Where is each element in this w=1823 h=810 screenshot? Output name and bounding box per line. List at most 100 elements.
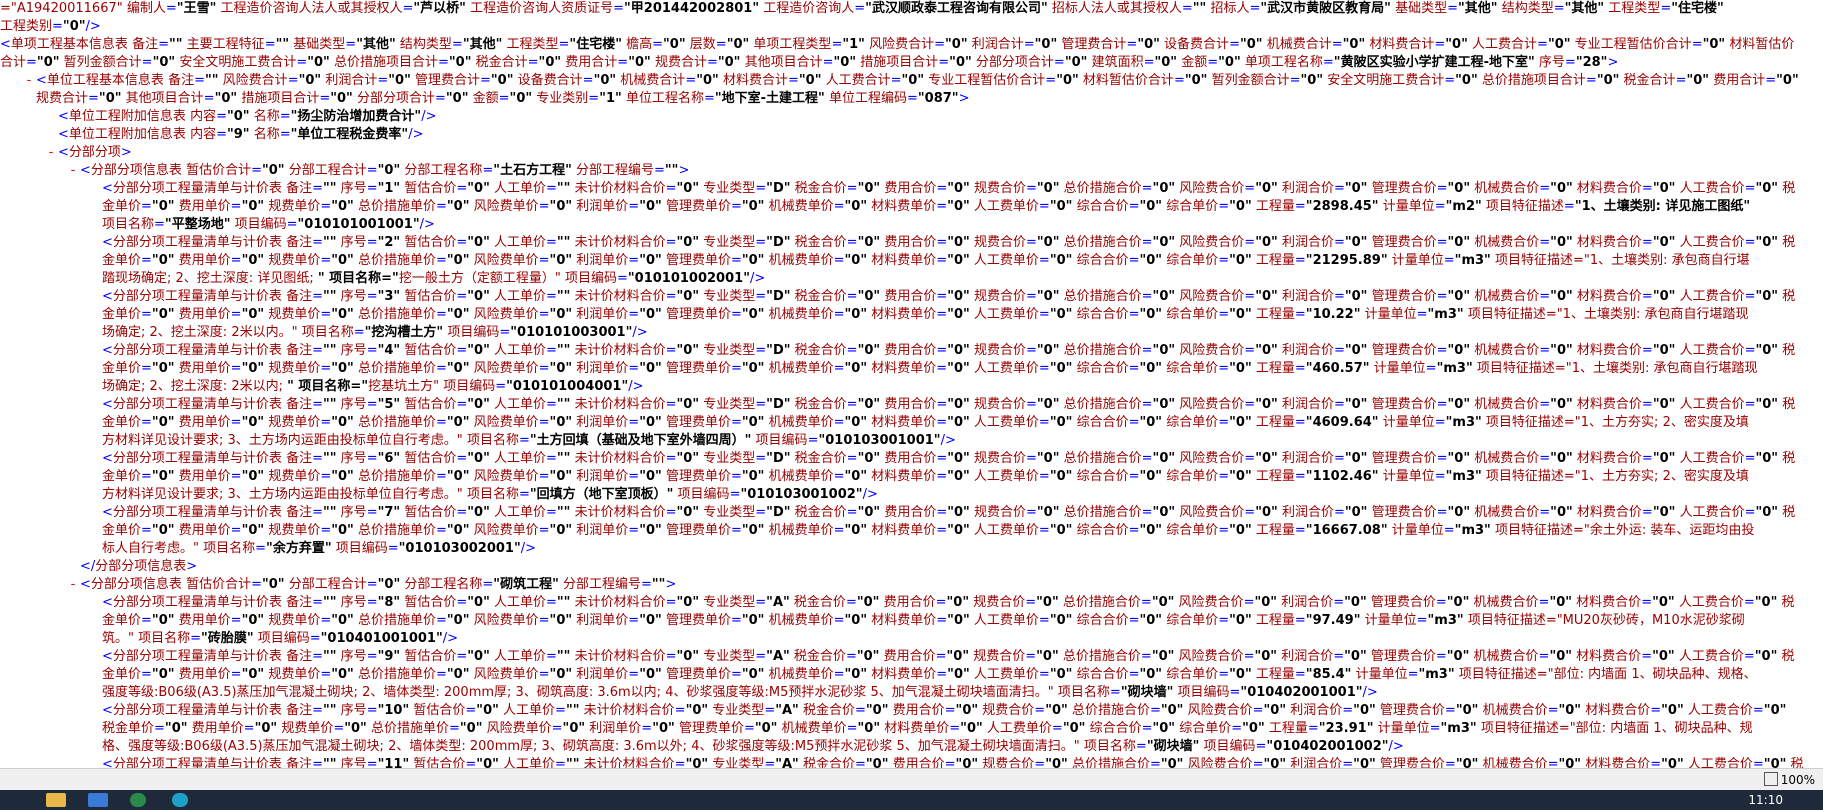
xml-line: 强度等级:B06级(A3.5)蒸压加气混凝土砌块; 2、墙体类型: 200mm厚… — [0, 684, 1823, 702]
collapse-toggle[interactable]: - — [44, 144, 58, 162]
calculator-icon[interactable] — [88, 793, 108, 807]
xml-line: ="A19420011667" 编制人="王雪" 工程造价咨询人法人或其授权人=… — [0, 0, 1823, 18]
xml-line-text: 项目名称="平整场地" 项目编码="010101001001"/> — [102, 217, 435, 232]
xml-line: 场确定; 2、挖土深度: 2米以内。" 项目名称="挖沟槽土方" 项目编码="0… — [0, 324, 1823, 342]
xml-line-text: 标人自行考虑。" 项目名称="余方弃置" 项目编码="010103002001"… — [102, 541, 537, 556]
xml-line: 金单价="0" 费用单价="0" 规费单价="0" 总价措施单价="0" 风险费… — [0, 666, 1823, 684]
xml-line-text: <分部分项工程量清单与计价表 备注="" 序号="8" 暂估合价="0" 人工单… — [102, 595, 1795, 610]
xml-line-text: 金单价="0" 费用单价="0" 规费单价="0" 总价措施单价="0" 风险费… — [102, 469, 1749, 484]
xml-line-text: <分部分项工程量清单与计价表 备注="" 序号="9" 暂估合价="0" 人工单… — [102, 649, 1795, 664]
xml-line-text: <分部分项信息表 暂估价合计="0" 分部工程合计="0" 分部工程名称="土石… — [80, 163, 690, 178]
xml-line: 方材料详见设计要求; 3、土方场内运距由投标单位自行考虑。" 项目名称="回填方… — [0, 486, 1823, 504]
xml-line: <单位工程附加信息表 内容="9" 名称="单位工程税金费率"/> — [0, 126, 1823, 144]
xml-line: <分部分项工程量清单与计价表 备注="" 序号="3" 暂估合价="0" 人工单… — [0, 288, 1823, 306]
xml-line-text: 场确定; 2、挖土深度: 2米以内; " 项目名称="挖基坑土方" 项目编码="… — [102, 379, 644, 394]
xml-line-text: 强度等级:B06级(A3.5)蒸压加气混凝土砌块; 2、墙体类型: 200mm厚… — [102, 685, 1378, 700]
xml-line: - <分部分项信息表 暂估价合计="0" 分部工程合计="0" 分部工程名称="土… — [0, 162, 1823, 180]
xml-line: <单位工程附加信息表 内容="0" 名称="扬尘防治增加费合计"/> — [0, 108, 1823, 126]
xml-line: 金单价="0" 费用单价="0" 规费单价="0" 总价措施单价="0" 风险费… — [0, 468, 1823, 486]
collapse-toggle[interactable]: - — [66, 162, 80, 180]
xml-line: 工程类别="0"/> — [0, 18, 1823, 36]
xml-line-text: <单位工程基本信息表 备注="" 风险费合计="0" 利润合计="0" 管理费合… — [36, 73, 1799, 88]
xml-line: 筑。" 项目名称="砖胎膜" 项目编码="010401001001"/> — [0, 630, 1823, 648]
xml-line-text: 踏现场确定; 2、挖土深度: 详见图纸; " 项目名称="挖一般土方（定额工程量… — [102, 271, 766, 286]
xml-line: <分部分项工程量清单与计价表 备注="" 序号="7" 暂估合价="0" 人工单… — [0, 504, 1823, 522]
xml-line-text: 金单价="0" 费用单价="0" 规费单价="0" 总价措施单价="0" 风险费… — [102, 415, 1749, 430]
file-explorer-icon[interactable] — [46, 793, 66, 807]
xml-line: 格、强度等级:B06级(A3.5)蒸压加气混凝土砌块; 2、墙体类型: 200m… — [0, 738, 1823, 756]
xml-line: <分部分项工程量清单与计价表 备注="" 序号="10" 暂估合价="0" 人工… — [0, 702, 1823, 720]
xml-line-text: <分部分项工程量清单与计价表 备注="" 序号="7" 暂估合价="0" 人工单… — [102, 505, 1796, 520]
xml-line: <分部分项工程量清单与计价表 备注="" 序号="9" 暂估合价="0" 人工单… — [0, 648, 1823, 666]
zoom-icon — [1763, 772, 1778, 786]
taskbar-clock: 11:10 — [1748, 793, 1783, 807]
xml-line-text: 工程类别="0"/> — [0, 19, 101, 34]
xml-line-text: <分部分项工程量清单与计价表 备注="" 序号="4" 暂估合价="0" 人工单… — [102, 343, 1796, 358]
xml-line-text: 金单价="0" 费用单价="0" 规费单价="0" 总价措施单价="0" 风险费… — [102, 307, 1749, 322]
collapse-toggle[interactable]: - — [66, 576, 80, 594]
xml-line-text: 合计="0" 暂列金额合计="0" 安全文明施工费合计="0" 总价措施项目合计… — [0, 55, 1619, 70]
xml-line-text: ="A19420011667" 编制人="王雪" 工程造价咨询人法人或其授权人=… — [0, 1, 1724, 16]
xml-line: 金单价="0" 费用单价="0" 规费单价="0" 总价措施单价="0" 风险费… — [0, 522, 1823, 540]
xml-line: <分部分项工程量清单与计价表 备注="" 序号="5" 暂估合价="0" 人工单… — [0, 396, 1823, 414]
xml-line-text: 规费合计="0" 其他项目合计="0" 措施项目合计="0" 分部分项合计="0… — [36, 91, 970, 106]
xml-line: <分部分项工程量清单与计价表 备注="" 序号="1" 暂估合价="0" 人工单… — [0, 180, 1823, 198]
xml-line-text: <单位工程附加信息表 内容="9" 名称="单位工程税金费率"/> — [58, 127, 424, 142]
xml-line-text: 金单价="0" 费用单价="0" 规费单价="0" 总价措施单价="0" 风险费… — [102, 361, 1758, 376]
xml-line: <分部分项工程量清单与计价表 备注="" 序号="2" 暂估合价="0" 人工单… — [0, 234, 1823, 252]
zoom-label: 100% — [1780, 773, 1815, 787]
xml-line-text: 场确定; 2、挖土深度: 2米以内。" 项目名称="挖沟槽土方" 项目编码="0… — [102, 325, 648, 340]
xml-line-text: 金单价="0" 费用单价="0" 规费单价="0" 总价措施单价="0" 风险费… — [102, 523, 1755, 538]
xml-line: 金单价="0" 费用单价="0" 规费单价="0" 总价措施单价="0" 风险费… — [0, 612, 1823, 630]
xml-line-text: <分部分项> — [58, 145, 132, 160]
edge-icon[interactable] — [172, 793, 188, 807]
xml-line: </分部分项信息表> — [0, 558, 1823, 576]
xml-line: 金单价="0" 费用单价="0" 规费单价="0" 总价措施单价="0" 风险费… — [0, 414, 1823, 432]
xml-line-text: 筑。" 项目名称="砖胎膜" 项目编码="010401001001"/> — [102, 631, 459, 646]
xml-viewer[interactable]: ="A19420011667" 编制人="王雪" 工程造价咨询人法人或其授权人=… — [0, 0, 1823, 768]
taskbar: 11:10 — [0, 790, 1823, 810]
xml-line-text: 金单价="0" 费用单价="0" 规费单价="0" 总价措施单价="0" 风险费… — [102, 199, 1751, 214]
xml-line-text: 方材料详见设计要求; 3、土方场内运距由投标单位自行考虑。" 项目名称="回填方… — [102, 487, 878, 502]
xml-line: 合计="0" 暂列金额合计="0" 安全文明施工费合计="0" 总价措施项目合计… — [0, 54, 1823, 72]
xml-line: 金单价="0" 费用单价="0" 规费单价="0" 总价措施单价="0" 风险费… — [0, 360, 1823, 378]
xml-line: <分部分项工程量清单与计价表 备注="" 序号="6" 暂估合价="0" 人工单… — [0, 450, 1823, 468]
xml-line-text: </分部分项信息表> — [80, 559, 198, 574]
xml-line: 金单价="0" 费用单价="0" 规费单价="0" 总价措施单价="0" 风险费… — [0, 306, 1823, 324]
zoom-level[interactable]: 100% — [1763, 771, 1815, 789]
xml-line: <分部分项工程量清单与计价表 备注="" 序号="4" 暂估合价="0" 人工单… — [0, 342, 1823, 360]
xml-line-text: <单位工程附加信息表 内容="0" 名称="扬尘防治增加费合计"/> — [58, 109, 437, 124]
browser-icon[interactable] — [130, 793, 146, 807]
xml-line-text: <分部分项信息表 暂估价合计="0" 分部工程合计="0" 分部工程名称="砌筑… — [80, 577, 677, 592]
xml-line-text: <分部分项工程量清单与计价表 备注="" 序号="5" 暂估合价="0" 人工单… — [102, 397, 1796, 412]
xml-line-text: <分部分项工程量清单与计价表 备注="" 序号="11" 暂估合价="0" 人工… — [102, 757, 1804, 768]
xml-line-text: 金单价="0" 费用单价="0" 规费单价="0" 总价措施单价="0" 风险费… — [102, 253, 1750, 268]
xml-line: 项目名称="平整场地" 项目编码="010101001001"/> — [0, 216, 1823, 234]
xml-line-text: 金单价="0" 费用单价="0" 规费单价="0" 总价措施单价="0" 风险费… — [102, 613, 1745, 628]
xml-line-text: 方材料详见设计要求; 3、土方场内运距由投标单位自行考虑。" 项目名称="土方回… — [102, 433, 956, 448]
xml-line: <分部分项工程量清单与计价表 备注="" 序号="8" 暂估合价="0" 人工单… — [0, 594, 1823, 612]
xml-line-text: <分部分项工程量清单与计价表 备注="" 序号="6" 暂估合价="0" 人工单… — [102, 451, 1796, 466]
xml-line: 标人自行考虑。" 项目名称="余方弃置" 项目编码="010103002001"… — [0, 540, 1823, 558]
xml-line-text: <分部分项工程量清单与计价表 备注="" 序号="2" 暂估合价="0" 人工单… — [102, 235, 1796, 250]
xml-line: 金单价="0" 费用单价="0" 规费单价="0" 总价措施单价="0" 风险费… — [0, 252, 1823, 270]
xml-line: - <单位工程基本信息表 备注="" 风险费合计="0" 利润合计="0" 管理费… — [0, 72, 1823, 90]
xml-line: 方材料详见设计要求; 3、土方场内运距由投标单位自行考虑。" 项目名称="土方回… — [0, 432, 1823, 450]
xml-line: 税金单价="0" 费用单价="0" 规费单价="0" 总价措施单价="0" 风险… — [0, 720, 1823, 738]
xml-line: - <分部分项> — [0, 144, 1823, 162]
collapse-toggle[interactable]: - — [22, 72, 36, 90]
xml-line-text: <分部分项工程量清单与计价表 备注="" 序号="3" 暂估合价="0" 人工单… — [102, 289, 1796, 304]
xml-line: 金单价="0" 费用单价="0" 规费单价="0" 总价措施单价="0" 风险费… — [0, 198, 1823, 216]
xml-line: <单项工程基本信息表 备注="" 主要工程特征="" 基础类型="其他" 结构类… — [0, 36, 1823, 54]
xml-line-text: <分部分项工程量清单与计价表 备注="" 序号="10" 暂估合价="0" 人工… — [102, 703, 1787, 718]
xml-line: 规费合计="0" 其他项目合计="0" 措施项目合计="0" 分部分项合计="0… — [0, 90, 1823, 108]
xml-line-text: <单项工程基本信息表 备注="" 主要工程特征="" 基础类型="其他" 结构类… — [0, 37, 1795, 52]
xml-line: - <分部分项信息表 暂估价合计="0" 分部工程合计="0" 分部工程名称="砌… — [0, 576, 1823, 594]
xml-line: 踏现场确定; 2、挖土深度: 详见图纸; " 项目名称="挖一般土方（定额工程量… — [0, 270, 1823, 288]
xml-line-text: 金单价="0" 费用单价="0" 规费单价="0" 总价措施单价="0" 风险费… — [102, 667, 1757, 682]
xml-line: <分部分项工程量清单与计价表 备注="" 序号="11" 暂估合价="0" 人工… — [0, 756, 1823, 768]
status-bar: 100% — [0, 768, 1823, 791]
xml-line-text: 格、强度等级:B06级(A3.5)蒸压加气混凝土砌块; 2、墙体类型: 200m… — [102, 739, 1404, 754]
xml-line-text: <分部分项工程量清单与计价表 备注="" 序号="1" 暂估合价="0" 人工单… — [102, 181, 1796, 196]
xml-line: 场确定; 2、挖土深度: 2米以内; " 项目名称="挖基坑土方" 项目编码="… — [0, 378, 1823, 396]
